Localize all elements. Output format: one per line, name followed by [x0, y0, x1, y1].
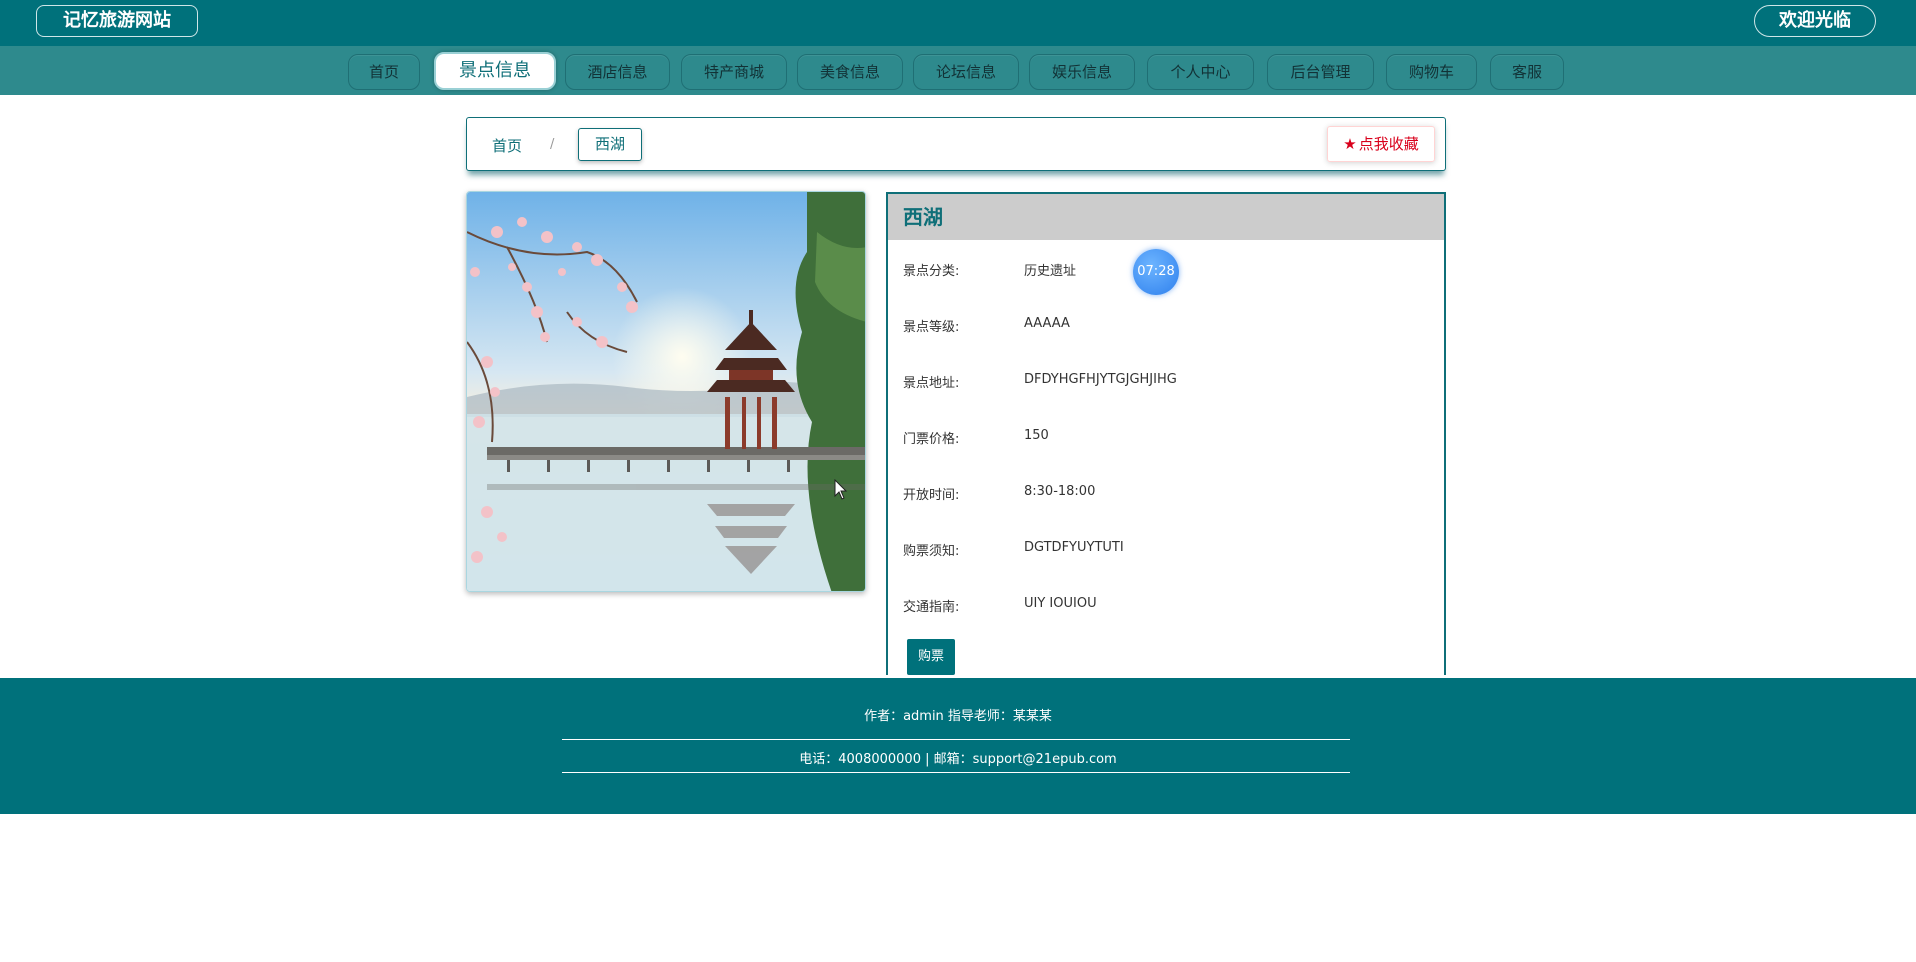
field-value: 8:30-18:00	[1024, 484, 1096, 499]
nav-item-forum[interactable]: 论坛信息	[913, 54, 1019, 90]
favorite-button-label: 点我收藏	[1358, 135, 1419, 153]
main-navigation: 首页 景点信息 酒店信息 特产商城 美食信息 论坛信息 娱乐信息 个人中心 后台…	[0, 46, 1916, 95]
attraction-photo	[466, 191, 866, 592]
field-label: 门票价格:	[903, 432, 960, 447]
field-value: 历史遗址	[1024, 264, 1077, 279]
footer-divider	[562, 739, 1350, 740]
breadcrumb-home-link[interactable]: 首页	[492, 135, 522, 156]
field-label: 交通指南:	[903, 600, 960, 615]
breadcrumb-current: 西湖	[578, 128, 642, 161]
field-value: DFDYHGFHJYTGJGHJIHG	[1024, 372, 1177, 387]
west-lake-pavilion-illustration	[467, 192, 865, 591]
attraction-title: 西湖	[888, 194, 1444, 240]
site-title[interactable]: 记忆旅游网站	[36, 5, 198, 37]
breadcrumb-separator: /	[550, 137, 555, 152]
nav-item-hotels[interactable]: 酒店信息	[565, 54, 670, 90]
nav-item-food[interactable]: 美食信息	[797, 54, 903, 90]
favorite-button[interactable]: ★ 点我收藏	[1327, 126, 1435, 162]
field-label: 购票须知:	[903, 544, 960, 559]
nav-item-entertainment[interactable]: 娱乐信息	[1029, 54, 1135, 90]
field-label: 景点分类:	[903, 264, 960, 279]
nav-item-admin[interactable]: 后台管理	[1267, 54, 1374, 90]
field-label: 景点地址:	[903, 376, 960, 391]
footer-author: 作者：admin 指导老师：某某某	[864, 709, 1052, 724]
nav-item-home[interactable]: 首页	[348, 54, 420, 90]
nav-item-customer-service[interactable]: 客服	[1490, 54, 1564, 90]
nav-item-user-center[interactable]: 个人中心	[1147, 54, 1254, 90]
field-value: AAAAA	[1024, 316, 1070, 331]
mouse-cursor-icon	[834, 479, 848, 500]
breadcrumb: 首页 / 西湖 ★ 点我收藏	[466, 117, 1446, 171]
clock-badge[interactable]: 07:28	[1133, 249, 1179, 295]
top-header: 记忆旅游网站 欢迎光临	[0, 0, 1916, 46]
field-label: 景点等级:	[903, 320, 960, 335]
welcome-badge: 欢迎光临	[1754, 5, 1876, 37]
buy-ticket-button[interactable]: 购票	[907, 639, 955, 675]
field-value: UIY IOUIOU	[1024, 596, 1097, 611]
footer: 作者：admin 指导老师：某某某 电话：4008000000 | 邮箱：sup…	[0, 678, 1916, 814]
field-value: DGTDFYUYTUTI	[1024, 540, 1124, 555]
footer-contact: 电话：4008000000 | 邮箱：support@21epub.com	[799, 752, 1117, 767]
field-label: 开放时间:	[903, 488, 960, 503]
nav-item-cart[interactable]: 购物车	[1386, 54, 1477, 90]
star-icon: ★	[1343, 135, 1357, 153]
nav-item-specialty-mall[interactable]: 特产商城	[681, 54, 787, 90]
nav-item-attractions[interactable]: 景点信息	[434, 52, 556, 90]
footer-divider	[562, 772, 1350, 773]
field-value: 150	[1024, 428, 1049, 443]
